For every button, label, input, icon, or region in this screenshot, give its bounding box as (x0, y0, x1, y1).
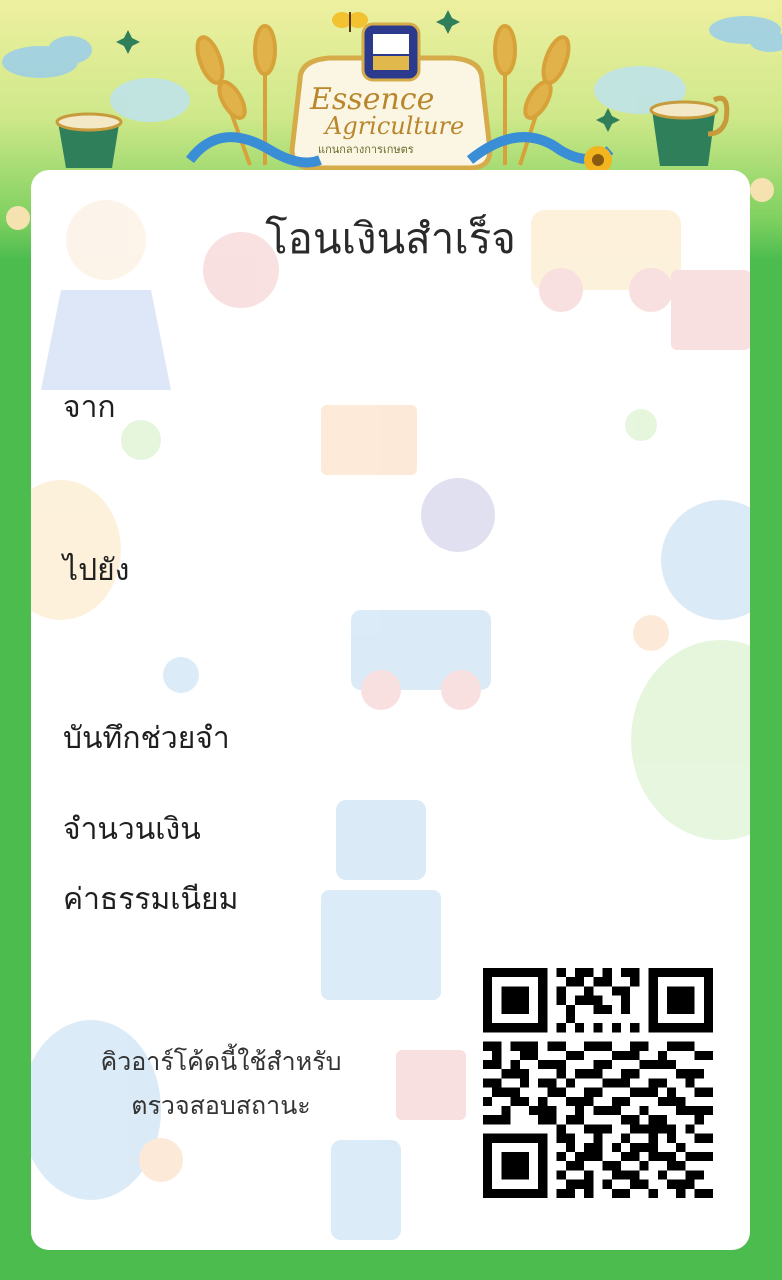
qr-note-line1: คิวอาร์โค้ดนี้ใช้สำหรับ (100, 1047, 342, 1076)
qr-code-icon (483, 968, 713, 1198)
soccer-ball-icon (421, 478, 495, 552)
toy-robot-icon (336, 800, 426, 880)
teacup-left-icon (55, 112, 123, 168)
lego-brick-icon (321, 405, 417, 475)
amount-label: จำนวนเงิน (63, 812, 201, 847)
transfer-success-title: โอนเงินสำเร็จ (265, 214, 516, 263)
from-label: จาก (63, 390, 116, 425)
qr-note-line2: ตรวจสอบสถานะ (131, 1091, 311, 1120)
fee-label: ค่าธรรมเนียม (63, 882, 239, 917)
logo-subtitle: แกนกลางการเกษตร (318, 143, 414, 156)
memo-label: บันทึกช่วยจำ (63, 721, 230, 756)
to-label: ไปยัง (63, 553, 130, 588)
butterfly-icon (332, 12, 368, 32)
logo-title-line2: Agriculture (325, 112, 465, 140)
qr-note: คิวอาร์โค้ดนี้ใช้สำหรับ ตรวจสอบสถานะ (71, 1040, 371, 1128)
receipt-card: โอนเงินสำเร็จ จาก ไปยัง บันทึกช่วยจำ จำน… (31, 170, 750, 1250)
teacup-right-icon (649, 95, 730, 166)
